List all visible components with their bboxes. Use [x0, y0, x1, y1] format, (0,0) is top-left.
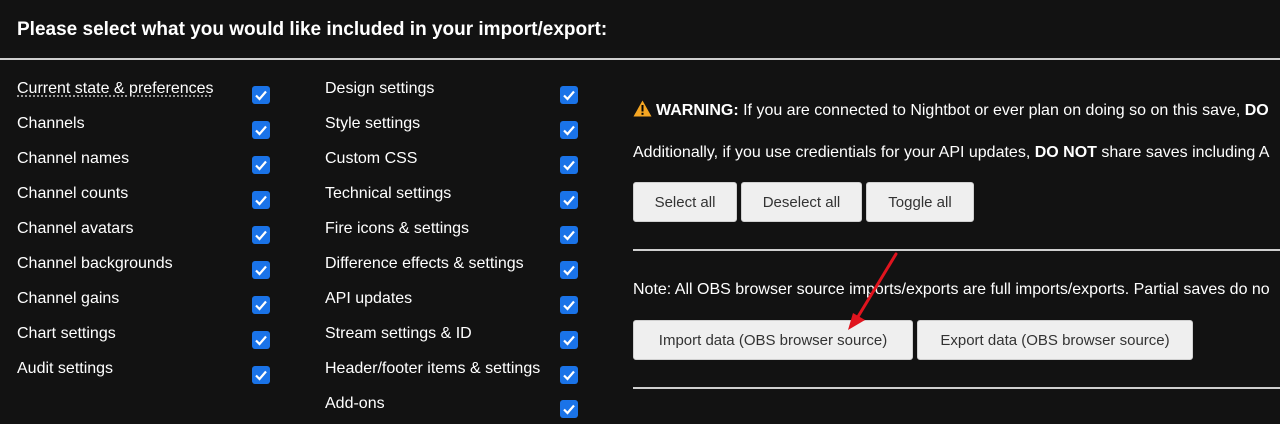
checkbox-channels[interactable] [252, 121, 270, 139]
option-label-channel-gains: Channel gains [17, 290, 120, 307]
option-label-channels: Channels [17, 115, 85, 132]
checkbox-fire-icons[interactable] [560, 226, 578, 244]
section-divider [633, 249, 1280, 251]
option-label-channel-counts: Channel counts [17, 185, 129, 202]
option-label-header-footer: Header/footer items & settings [325, 360, 541, 377]
warning-icon [633, 100, 652, 117]
select-all-button[interactable]: Select all [633, 182, 737, 222]
page-title: Please select what you would like includ… [17, 19, 608, 40]
credentials-note-text: Additionally, if you use credientials fo… [633, 144, 1035, 161]
checkbox-audit-settings[interactable] [252, 366, 270, 384]
warning-emphasis: DO [1244, 102, 1269, 119]
option-label-channel-avatars: Channel avatars [17, 220, 134, 237]
option-label-chart-settings: Chart settings [17, 325, 116, 342]
checkbox-style-settings[interactable] [560, 121, 578, 139]
warning-text: If you are connected to Nightbot or ever… [738, 102, 1245, 119]
option-label-difference-effects: Difference effects & settings [325, 255, 524, 272]
option-label-stream-settings: Stream settings & ID [325, 325, 472, 342]
option-label-channel-names: Channel names [17, 150, 130, 167]
option-label-style-settings: Style settings [325, 115, 421, 132]
checkbox-header-footer[interactable] [560, 366, 578, 384]
option-label-current-state: Current state & preferences [17, 80, 214, 97]
checkbox-add-ons[interactable] [560, 400, 578, 418]
checkbox-chart-settings[interactable] [252, 331, 270, 349]
toggle-all-button[interactable]: Toggle all [866, 182, 974, 222]
option-label-channel-backgrounds: Channel backgrounds [17, 255, 173, 272]
header-divider [0, 58, 1280, 60]
checkbox-custom-css[interactable] [560, 156, 578, 174]
import-export-panel: Please select what you would like includ… [0, 0, 1280, 424]
checkbox-technical-settings[interactable] [560, 191, 578, 209]
checkbox-current-state[interactable] [252, 86, 270, 104]
checkbox-channel-counts[interactable] [252, 191, 270, 209]
checkbox-channel-names[interactable] [252, 156, 270, 174]
annotation-arrow-icon [848, 252, 898, 330]
deselect-all-button[interactable]: Deselect all [741, 182, 862, 222]
option-label-fire-icons: Fire icons & settings [325, 220, 470, 237]
credentials-note-tail: share saves including A [1096, 144, 1270, 161]
checkbox-api-updates[interactable] [560, 296, 578, 314]
obs-note: Note: All OBS browser source imports/exp… [633, 281, 1270, 298]
option-label-technical-settings: Technical settings [325, 185, 452, 202]
warning-label: WARNING: [656, 102, 739, 119]
checkbox-difference-effects[interactable] [560, 261, 578, 279]
credentials-note: Additionally, if you use credientials fo… [633, 143, 1269, 163]
export-obs-button[interactable]: Export data (OBS browser source) [917, 320, 1193, 360]
warning-message: WARNING: If you are connected to Nightbo… [633, 100, 1269, 121]
option-label-audit-settings: Audit settings [17, 360, 114, 377]
checkbox-stream-settings[interactable] [560, 331, 578, 349]
option-label-api-updates: API updates [325, 290, 413, 307]
checkbox-design-settings[interactable] [560, 86, 578, 104]
option-label-add-ons: Add-ons [325, 395, 385, 412]
option-label-design-settings: Design settings [325, 80, 435, 97]
bottom-divider [633, 387, 1280, 389]
checkbox-channel-gains[interactable] [252, 296, 270, 314]
option-label-custom-css: Custom CSS [325, 150, 418, 167]
checkbox-channel-avatars[interactable] [252, 226, 270, 244]
checkbox-channel-backgrounds[interactable] [252, 261, 270, 279]
credentials-note-emphasis: DO NOT [1034, 144, 1097, 161]
